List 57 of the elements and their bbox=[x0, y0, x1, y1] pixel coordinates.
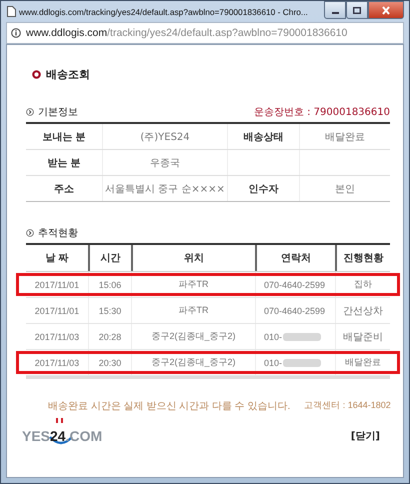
info-icon[interactable] bbox=[11, 28, 21, 38]
table-cell: 집하 bbox=[335, 272, 390, 297]
column-header: 진행현황 bbox=[335, 245, 390, 271]
customer-center-text: 고객센터 : 1644-1802 bbox=[304, 399, 391, 412]
column-header: 시간 bbox=[88, 245, 131, 271]
table-cell: 070-4640-2599 bbox=[264, 306, 326, 316]
page-title: 배송조회 bbox=[46, 67, 90, 82]
table-cell: 파주TR bbox=[131, 272, 255, 297]
table-cell: 15:30 bbox=[88, 298, 131, 323]
value-cell: 본인 bbox=[299, 176, 390, 201]
section-title: 추적현황 bbox=[38, 227, 78, 240]
waybill-number: 운송장번호 : 790001836610 bbox=[254, 106, 390, 119]
column-header: 위치 bbox=[131, 245, 255, 271]
table-cell: 중구2(김종대_중구2) bbox=[131, 324, 255, 349]
address-bar[interactable]: www.ddlogis.com/tracking/yes24/default.asp?awblno=790001836610 bbox=[6, 22, 404, 44]
label-cell-text: 주소 bbox=[53, 182, 75, 196]
value-cell: 서울특별시 중구 순×××× bbox=[102, 176, 227, 201]
table-cell: 15:06 bbox=[88, 272, 131, 297]
table-cell: 중구2(김종대_중구2) bbox=[131, 350, 255, 375]
table-cell: 20:30 bbox=[88, 350, 131, 375]
chevron-circle-icon bbox=[26, 108, 34, 116]
page-icon bbox=[7, 6, 16, 17]
close-icon bbox=[381, 6, 391, 14]
bullet-icon bbox=[32, 70, 41, 79]
table-cell: 배달준비 bbox=[335, 324, 390, 349]
table-cell: 파주TR bbox=[131, 298, 255, 323]
table-cell: 간선상차 bbox=[335, 298, 390, 323]
value-cell: 우종국 bbox=[102, 150, 227, 175]
label-cell: 배송상태 bbox=[227, 124, 299, 149]
label-cell-text: 받는 분 bbox=[46, 156, 82, 170]
table-cell: 010- bbox=[264, 332, 282, 342]
table-cell: 070-4640-2599 bbox=[264, 280, 326, 290]
table-cell: 배달완료 bbox=[335, 350, 390, 375]
minimize-button[interactable] bbox=[324, 1, 346, 19]
value-cell: (주)YES24 bbox=[102, 124, 227, 149]
logo-text[interactable]: YES24.COM bbox=[22, 428, 102, 444]
label-cell-text: 보내는 분 bbox=[41, 130, 87, 144]
window-title: www.ddlogis.com/tracking/yes24/default.asp?awblno=790001836610 - Chro... bbox=[19, 6, 308, 16]
table-cell: 20:28 bbox=[88, 324, 131, 349]
minimize-icon bbox=[332, 12, 338, 14]
url-text: www.ddlogis.com/tracking/yes24/default.asp?awblno=790001836610 bbox=[26, 27, 348, 39]
table-cell-text: 2017/11/03 bbox=[34, 330, 80, 344]
column-header: 연락처 bbox=[255, 245, 335, 271]
maximize-button[interactable] bbox=[346, 1, 368, 19]
table-cell-text: 2017/11/01 bbox=[34, 304, 80, 318]
label-cell: 인수자 bbox=[227, 176, 299, 201]
notice-text: 배송완료 시간은 실제 받으신 시간과 다를 수 있습니다. bbox=[48, 400, 290, 413]
table-cell: 010- bbox=[264, 358, 282, 368]
chevron-circle-icon bbox=[26, 229, 34, 237]
table-cell-text: 2017/11/03 bbox=[34, 356, 80, 370]
close-link[interactable]: [닫기] bbox=[350, 429, 380, 443]
value-cell: 배달완료 bbox=[299, 124, 390, 149]
maximize-icon bbox=[353, 6, 361, 14]
column-header: 날 짜 bbox=[44, 252, 70, 266]
section-title: 기본정보 bbox=[38, 106, 78, 119]
table-cell-text: 2017/11/01 bbox=[34, 278, 80, 292]
close-button[interactable] bbox=[368, 1, 404, 19]
